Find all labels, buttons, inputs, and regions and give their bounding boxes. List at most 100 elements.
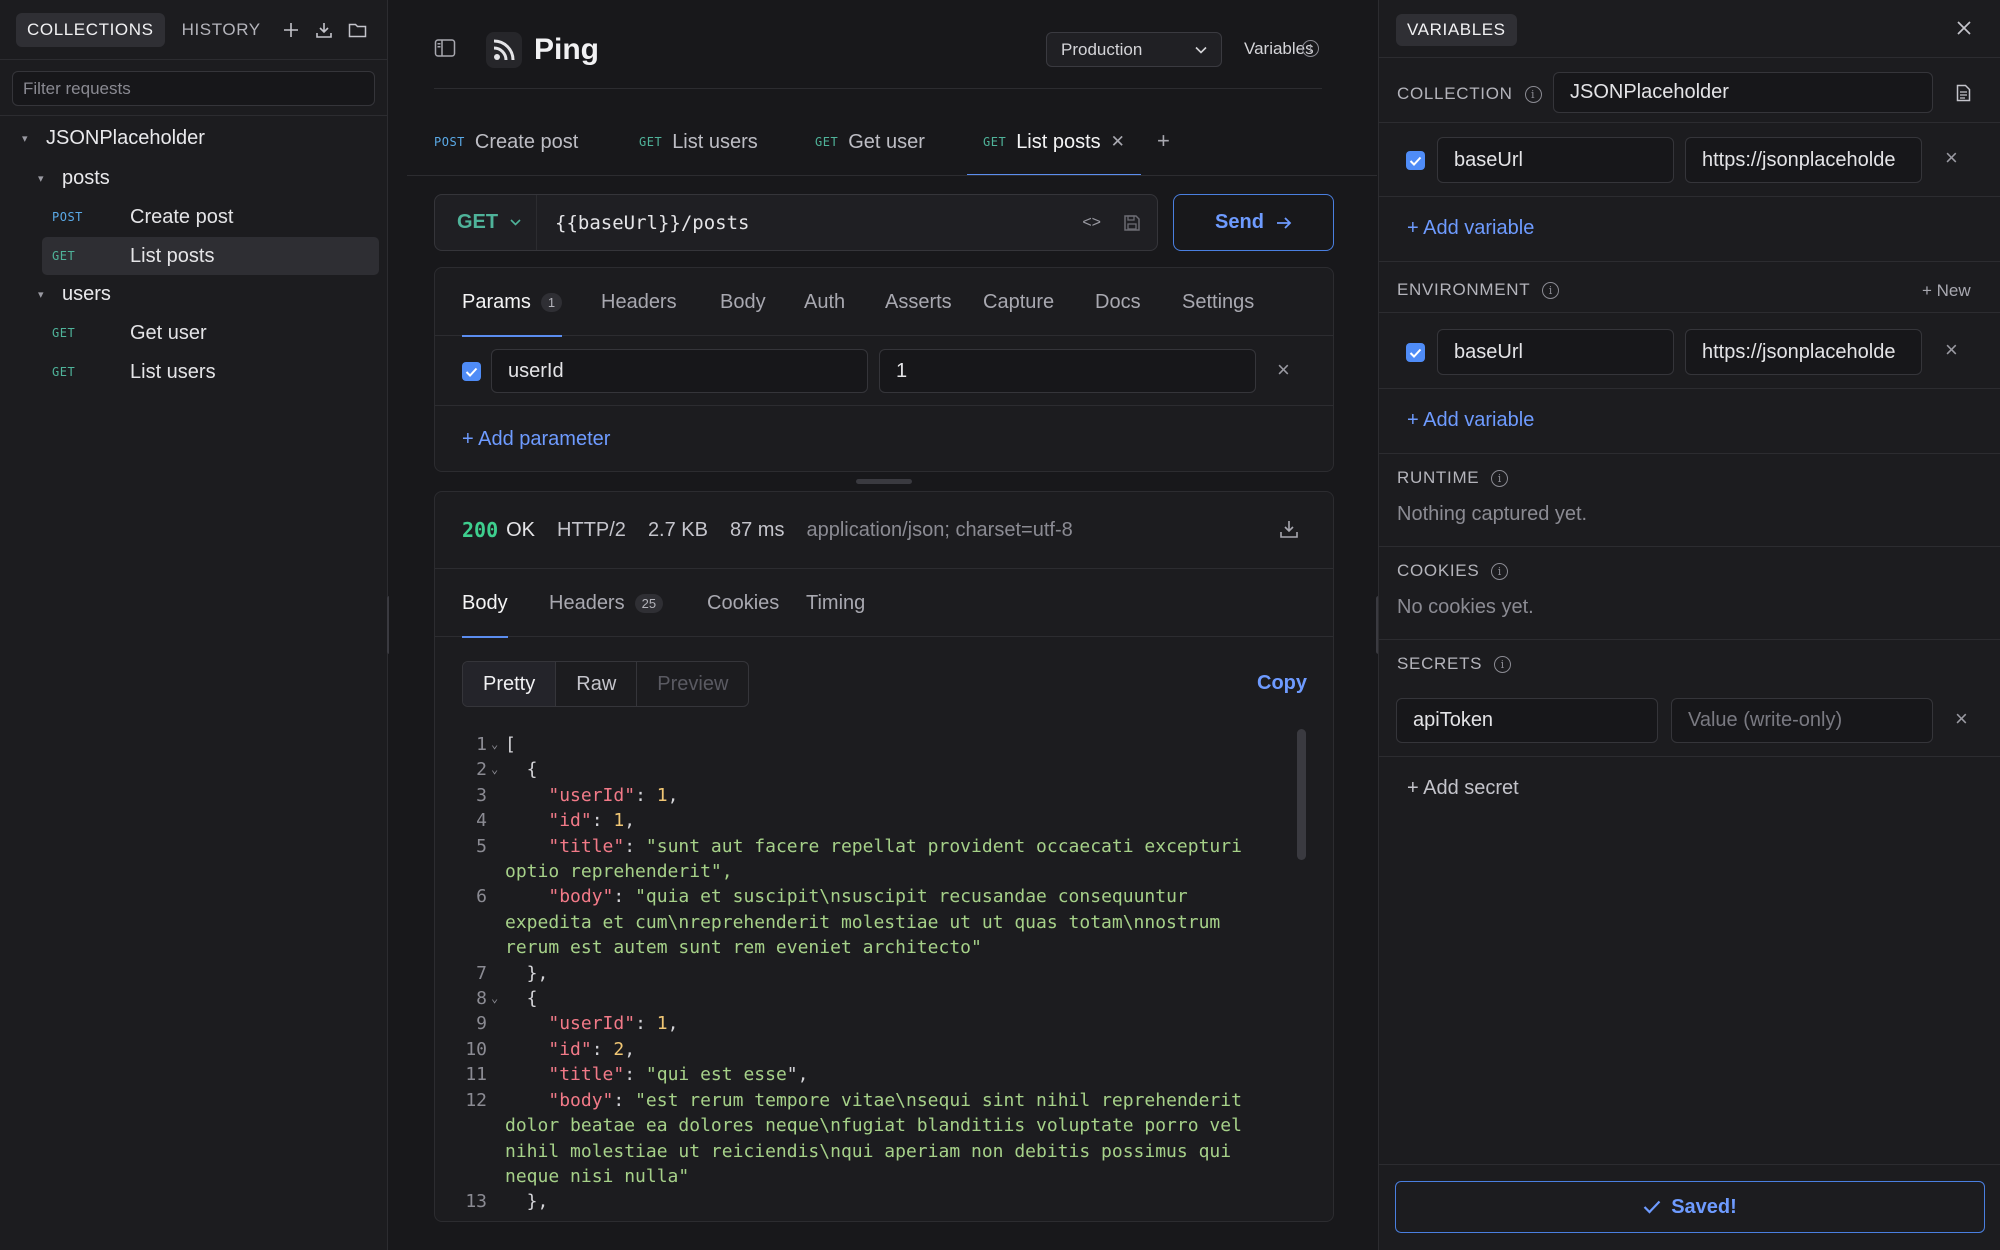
send-button[interactable]: Send: [1173, 194, 1334, 251]
code-line: rerum est autem sunt rem eveniet archite…: [457, 935, 1297, 960]
tab-list-users[interactable]: GET List users: [639, 108, 758, 176]
tab-create-post[interactable]: POST Create post: [434, 108, 578, 176]
new-tab-plus-icon[interactable]: +: [1157, 128, 1170, 154]
tab-list-posts[interactable]: GET List posts ✕: [967, 108, 1141, 176]
param-key-field[interactable]: userId: [491, 349, 868, 393]
sidebar-request-list-posts[interactable]: GET List posts: [42, 237, 379, 275]
saved-button[interactable]: Saved!: [1395, 1181, 1985, 1233]
environment-var-value[interactable]: https://jsonplaceholde: [1685, 329, 1922, 375]
copy-button[interactable]: Copy: [1257, 672, 1307, 695]
close-icon[interactable]: [1956, 20, 1972, 36]
tab-history[interactable]: HISTORY: [171, 13, 272, 47]
tab-docs[interactable]: Docs: [1095, 268, 1141, 336]
remove-variable-icon[interactable]: ×: [1945, 337, 1958, 363]
response-size: 2.7 KB: [647, 518, 708, 541]
new-environment-button[interactable]: + New: [1922, 281, 1971, 301]
collection-var-key[interactable]: baseUrl: [1437, 137, 1674, 183]
tab-response-headers[interactable]: Headers 25: [549, 569, 664, 637]
divider: [1379, 756, 2000, 757]
add-environment-variable-button[interactable]: + Add variable: [1407, 409, 1534, 432]
code-line: nihil molestiae ut reiciendis\nqui aperi…: [457, 1139, 1297, 1164]
code-icon[interactable]: <>: [1082, 214, 1101, 232]
view-preview: Preview: [657, 672, 729, 695]
protocol: HTTP/2: [557, 518, 626, 541]
environment-select[interactable]: Production: [1046, 32, 1222, 67]
add-secret-button[interactable]: + Add secret: [1407, 777, 1519, 800]
fold-gutter: [487, 935, 505, 960]
url-input[interactable]: {{baseUrl}}/posts: [555, 212, 1082, 234]
tab-headers[interactable]: Headers: [601, 268, 677, 336]
sidebar-request-get-user[interactable]: GET Get user: [42, 314, 379, 352]
response-time: 87 ms: [729, 518, 785, 541]
tab-auth[interactable]: Auth: [804, 268, 845, 336]
request-subtabs: Params 1 Headers Body Auth Asserts Captu…: [435, 268, 1333, 337]
tab-collections[interactable]: COLLECTIONS: [16, 12, 165, 47]
remove-variable-icon[interactable]: ×: [1945, 145, 1958, 171]
tab-body[interactable]: Body: [720, 268, 766, 336]
environment-var-checkbox[interactable]: [1406, 343, 1425, 362]
plus-icon[interactable]: [278, 13, 305, 47]
add-parameter-button[interactable]: + Add parameter: [462, 428, 610, 451]
status-text: OK: [506, 518, 536, 541]
scrollbar[interactable]: [1297, 729, 1306, 860]
folder-icon[interactable]: [344, 13, 371, 47]
import-icon[interactable]: [311, 13, 338, 47]
method-select[interactable]: GET: [435, 195, 537, 250]
request-name: List users: [130, 360, 216, 383]
tab-settings[interactable]: Settings: [1182, 268, 1254, 336]
param-enabled-checkbox[interactable]: [462, 362, 481, 381]
close-tab-icon[interactable]: ✕: [1111, 132, 1125, 152]
line-number: 10: [465, 1038, 487, 1060]
sidebar-request-list-users[interactable]: GET List users: [42, 353, 379, 391]
secret-value-field[interactable]: Value (write-only): [1671, 698, 1933, 743]
code-text: },: [505, 962, 549, 984]
tab-response-timing[interactable]: Timing: [806, 569, 865, 637]
tab-params[interactable]: Params 1: [462, 268, 563, 337]
download-icon[interactable]: [1279, 519, 1299, 539]
folder-row-users[interactable]: ▾ users: [38, 276, 111, 312]
filter-requests-input[interactable]: Filter requests: [12, 71, 375, 106]
info-icon[interactable]: i: [1524, 85, 1542, 103]
toggle-sidebar-icon[interactable]: [434, 38, 456, 58]
view-raw[interactable]: Raw: [556, 662, 638, 706]
method-badge: GET: [815, 135, 839, 149]
fold-chevron-icon[interactable]: ⌄: [487, 732, 505, 757]
code-text: {: [505, 759, 538, 781]
tab-capture[interactable]: Capture: [983, 268, 1054, 336]
environment-var-key[interactable]: baseUrl: [1437, 329, 1674, 375]
add-collection-variable-button[interactable]: + Add variable: [1407, 217, 1534, 240]
param-value-field[interactable]: 1: [879, 349, 1256, 393]
info-icon[interactable]: i: [1302, 40, 1319, 57]
tab-get-user[interactable]: GET Get user: [815, 108, 925, 176]
tab-asserts[interactable]: Asserts: [885, 268, 952, 336]
info-icon[interactable]: i: [1542, 281, 1560, 299]
collection-var-value[interactable]: https://jsonplaceholde: [1685, 137, 1922, 183]
fold-gutter: [487, 1113, 505, 1138]
fold-gutter: [487, 783, 505, 808]
info-icon[interactable]: i: [1491, 469, 1509, 487]
document-icon[interactable]: [1956, 84, 1971, 102]
divider: [0, 115, 387, 116]
tab-label: List posts: [1016, 130, 1101, 153]
line-number: 4: [476, 810, 487, 832]
collection-row[interactable]: ▾ JSONPlaceholder: [22, 120, 205, 156]
collection-name-field[interactable]: JSONPlaceholder: [1553, 72, 1933, 113]
info-icon[interactable]: i: [1494, 655, 1512, 673]
sidebar-request-create-post[interactable]: POST Create post: [42, 198, 379, 236]
split-resize-handle[interactable]: [856, 479, 912, 484]
view-pretty[interactable]: Pretty: [463, 662, 557, 706]
tab-response-body[interactable]: Body: [462, 569, 508, 638]
save-icon[interactable]: [1123, 214, 1141, 232]
secret-key-field[interactable]: apiToken: [1396, 698, 1658, 743]
info-icon[interactable]: i: [1491, 562, 1509, 580]
method-badge: GET: [639, 135, 663, 149]
divider: [407, 175, 1377, 176]
fold-chevron-icon[interactable]: ⌄: [487, 986, 505, 1011]
folder-row-posts[interactable]: ▾ posts: [38, 160, 110, 196]
collection-var-checkbox[interactable]: [1406, 151, 1425, 170]
remove-secret-icon[interactable]: ×: [1955, 706, 1968, 732]
fold-chevron-icon[interactable]: ⌄: [487, 757, 505, 782]
remove-param-icon[interactable]: ×: [1277, 357, 1290, 383]
divider: [1379, 388, 2000, 389]
tab-response-cookies[interactable]: Cookies: [707, 569, 779, 637]
